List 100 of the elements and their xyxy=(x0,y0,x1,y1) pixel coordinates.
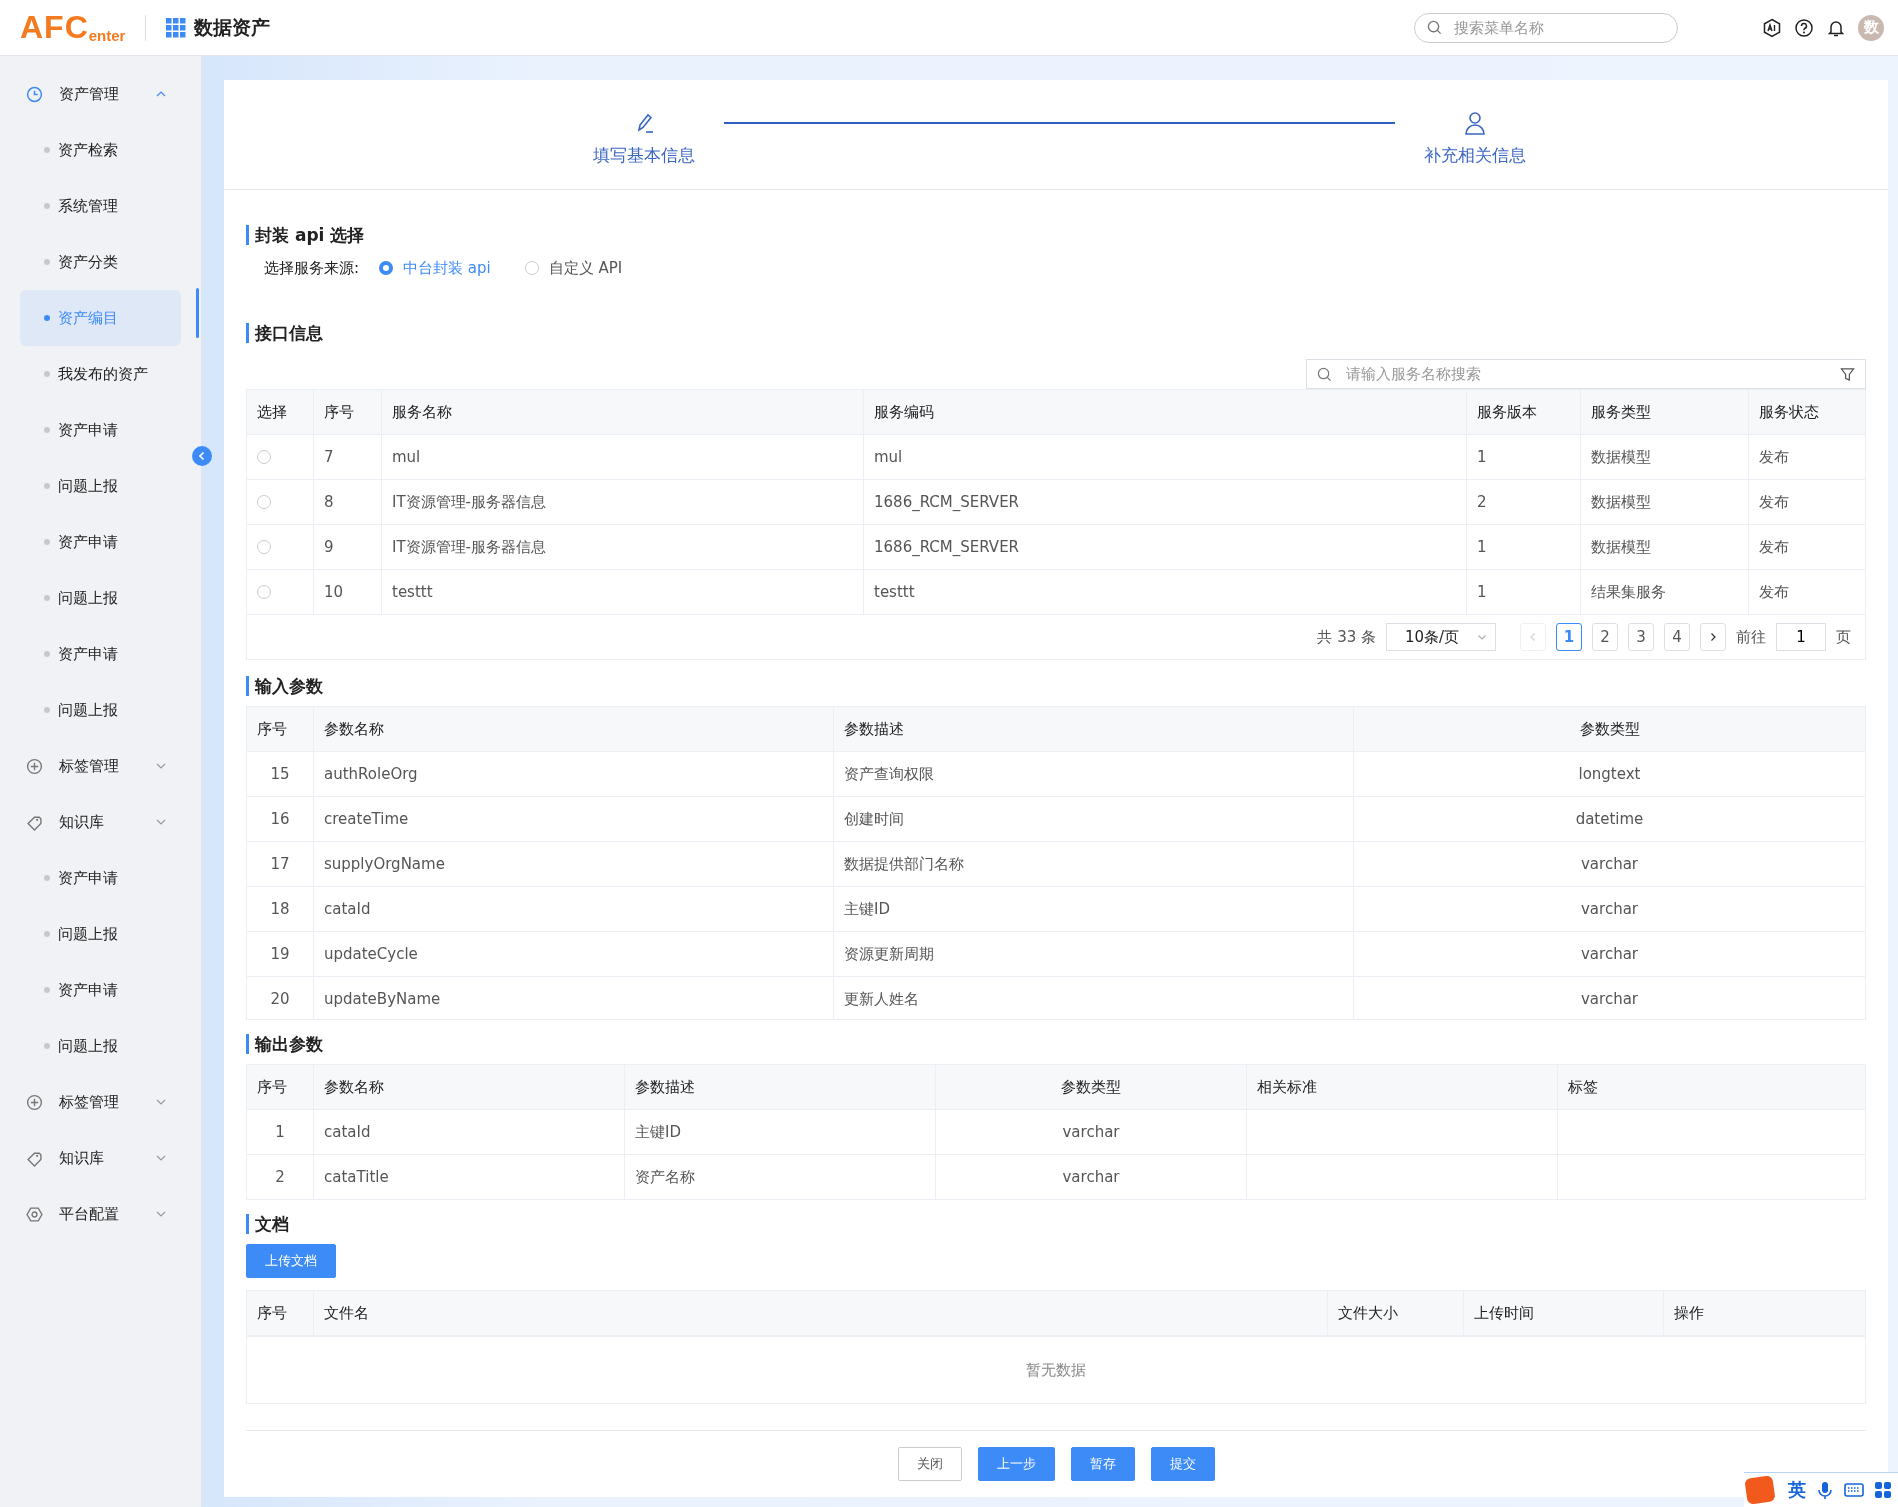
plus-circle-icon xyxy=(26,1093,43,1111)
plus-circle-icon xyxy=(26,757,43,775)
menu-item[interactable]: 资产分类 xyxy=(20,234,181,290)
column-header: 操作 xyxy=(1674,1303,1704,1323)
table-cell: varchar xyxy=(1581,945,1638,963)
footer-button[interactable]: 关闭 xyxy=(897,1447,962,1481)
row-radio[interactable] xyxy=(257,585,271,599)
menu-item[interactable]: 资产检索 xyxy=(20,122,181,178)
row-radio[interactable] xyxy=(257,495,271,509)
row-radio[interactable] xyxy=(257,540,271,554)
microphone-icon xyxy=(1816,1480,1834,1500)
table-cell: 主键ID xyxy=(635,1122,681,1142)
column-header: 文件大小 xyxy=(1338,1303,1398,1323)
table-cell: updateByName xyxy=(324,990,441,1008)
column-header: 服务名称 xyxy=(392,402,452,422)
table-cell: 2 xyxy=(275,1168,285,1186)
menu-group[interactable]: 知识库 xyxy=(0,1130,201,1186)
chevron-down-icon xyxy=(1477,632,1487,642)
table-cell: cataId xyxy=(324,900,371,918)
help-icon[interactable] xyxy=(1794,17,1814,38)
table-cell: updateCycle xyxy=(324,945,418,963)
ai-hexagon-icon[interactable] xyxy=(1762,17,1782,38)
menu-item[interactable]: 资产申请 xyxy=(20,402,181,458)
column-header: 选择 xyxy=(257,402,287,422)
column-header: 序号 xyxy=(257,1077,287,1097)
menu-item[interactable]: 资产申请 xyxy=(20,626,181,682)
menu-item[interactable]: 问题上报 xyxy=(20,906,181,962)
table-cell: mul xyxy=(874,448,903,466)
service-search-box[interactable]: 请输入服务名称搜索 xyxy=(1306,359,1866,389)
table-cell: 数据模型 xyxy=(1591,447,1651,467)
table-cell: cataTitle xyxy=(324,1168,389,1186)
search-icon xyxy=(1317,366,1332,382)
field-label: 选择服务来源: xyxy=(264,258,360,278)
column-header: 标签 xyxy=(1568,1077,1598,1097)
radio-option[interactable]: 中台封装 api xyxy=(379,258,491,278)
table-cell: longtext xyxy=(1578,765,1641,783)
menu-group[interactable]: 标签管理 xyxy=(0,738,201,794)
radio-option[interactable]: 自定义 API xyxy=(524,258,623,278)
menu-item[interactable]: 资产申请 xyxy=(20,514,181,570)
table-cell: 10 xyxy=(324,583,344,601)
table-cell: 17 xyxy=(270,855,290,873)
apps-icon xyxy=(1874,1481,1892,1499)
page-button[interactable]: 2 xyxy=(1592,623,1618,651)
chevron-left-icon xyxy=(197,451,207,461)
chevron-right-icon xyxy=(1708,632,1718,642)
step-label: 填写基本信息 xyxy=(593,144,695,167)
menu-item[interactable]: 问题上报 xyxy=(20,570,181,626)
goto-page-field[interactable]: 1 xyxy=(1776,623,1826,651)
column-header: 参数类型 xyxy=(1579,719,1640,739)
menu-item[interactable]: 资产申请 xyxy=(20,962,181,1018)
input-method-logo-icon xyxy=(1744,1475,1778,1505)
table-cell: 发布 xyxy=(1759,447,1789,467)
table-cell: IT资源管理-服务器信息 xyxy=(392,492,546,512)
empty-message: 暂无数据 xyxy=(1026,1360,1086,1380)
table-cell: 18 xyxy=(270,900,290,918)
page-button[interactable]: 4 xyxy=(1664,623,1690,651)
section-title: 输入参数 xyxy=(246,676,1866,696)
collapse-button[interactable] xyxy=(192,446,212,466)
next-page-button[interactable] xyxy=(1700,623,1726,651)
filter-icon[interactable] xyxy=(1840,366,1855,382)
table-cell: mul xyxy=(392,448,421,466)
menu-item[interactable]: 问题上报 xyxy=(20,1018,181,1074)
row-radio[interactable] xyxy=(257,450,271,464)
tag-icon xyxy=(26,1149,43,1167)
menu-group[interactable]: 平台配置 xyxy=(0,1186,201,1242)
grid-icon[interactable] xyxy=(166,17,187,38)
table-cell: 资产名称 xyxy=(635,1167,695,1187)
menu-group[interactable]: 资产管理 xyxy=(0,66,201,122)
column-header: 序号 xyxy=(257,1303,287,1323)
table-cell: 1 xyxy=(275,1123,285,1141)
table-cell: 资源更新周期 xyxy=(844,944,934,964)
table-cell: 16 xyxy=(270,810,290,828)
menu-item[interactable]: 系统管理 xyxy=(20,178,181,234)
table-cell: 1 xyxy=(1477,538,1487,556)
column-header: 服务类型 xyxy=(1591,402,1651,422)
table-cell: 发布 xyxy=(1759,537,1789,557)
menu-item[interactable]: 问题上报 xyxy=(20,458,181,514)
menu-item[interactable]: 我发布的资产 xyxy=(20,346,181,402)
page-button[interactable]: 3 xyxy=(1628,623,1654,651)
tag-icon xyxy=(26,813,43,831)
chevron-left-icon xyxy=(1528,632,1538,642)
ime-toolbar[interactable]: 英 xyxy=(1744,1472,1898,1507)
menu-group[interactable]: 知识库 xyxy=(0,794,201,850)
menu-group[interactable]: 标签管理 xyxy=(0,1074,201,1130)
menu-item[interactable]: 资产申请 xyxy=(20,850,181,906)
menu-item[interactable]: 问题上报 xyxy=(20,682,181,738)
column-header: 参数类型 xyxy=(1061,1077,1121,1097)
menu-search-field[interactable]: 搜索菜单名称 xyxy=(1452,17,1656,38)
step-label: 补充相关信息 xyxy=(1424,144,1526,167)
table-cell: varchar xyxy=(1062,1123,1120,1141)
logo: AFCenter xyxy=(20,9,126,46)
column-header: 参数名称 xyxy=(324,719,384,739)
column-header: 相关标准 xyxy=(1257,1077,1317,1097)
column-header: 序号 xyxy=(324,402,354,422)
table-cell: 1 xyxy=(1477,583,1487,601)
section-title: 封装 api 选择 xyxy=(246,225,1866,245)
page-size-select[interactable]: 10条/页 xyxy=(1386,623,1496,651)
table-cell: 8 xyxy=(324,493,334,511)
table-cell: testtt xyxy=(874,583,915,601)
goto-label: 前往 xyxy=(1736,627,1766,647)
